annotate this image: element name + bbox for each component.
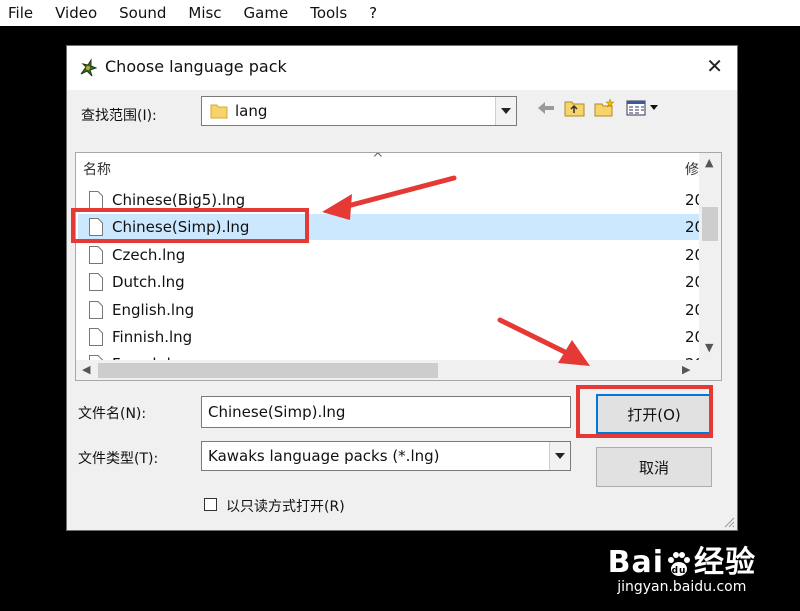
watermark-brand: Bai (607, 545, 664, 580)
annotation-arrow-to-file (322, 175, 457, 220)
baidu-jingyan-watermark: Bai du 经验 jingyan.baidu.com (608, 537, 756, 595)
baidu-paw-icon: du (668, 551, 690, 576)
annotation-arrow-to-open (497, 317, 590, 366)
watermark-brand-suffix: 经验 (694, 545, 756, 580)
svg-text:du: du (672, 566, 687, 576)
annotation-arrows (322, 175, 590, 366)
watermark-url: jingyan.baidu.com (617, 579, 747, 595)
watermark-logo: Bai du 经验 (608, 537, 756, 581)
